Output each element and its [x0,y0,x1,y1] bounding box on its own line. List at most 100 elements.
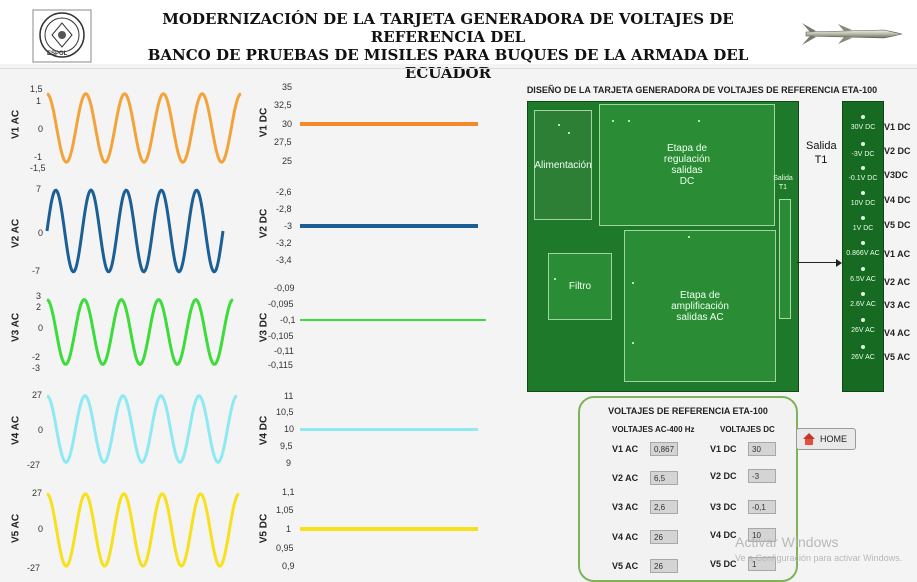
tick-label: 1 [36,96,42,106]
tick-label: -27 [27,460,41,470]
activation-watermark-text: Ve a Configuración para activar Windows. [735,553,903,563]
tick-label: 32,5 [274,100,292,110]
ac-value-field: 2,6 [650,500,678,514]
filtro-label: Filtro [568,281,592,292]
pin-label: 2.6V AC [850,301,876,308]
page-title: MODERNIZACIÓN DE LA TARJETA GENERADORA D… [108,10,788,82]
plot-label-v2-dc: V2 DC [258,208,270,239]
home-button[interactable]: HOME [796,428,856,450]
dc-voltages-header: VOLTAJES DC [720,425,775,434]
pin-label: -3V DC [851,151,875,158]
tick-label: 27,5 [274,137,292,147]
dc-value-field: -0,1 [748,500,776,514]
home-button-label: HOME [820,434,847,444]
output-label: V2 AC [884,277,911,287]
output-label: V4 DC [884,195,911,205]
ac-row-label: V2 AC [612,473,639,483]
salida-small-1: Salida [773,175,793,182]
waveform-path [46,492,240,568]
waveform-path [46,297,234,367]
ac-row-label: V5 AC [612,561,639,571]
pin-label: 30V DC [850,124,876,131]
alimentacion-block: Alimentación [534,110,592,220]
tick-label: 35 [282,82,293,92]
header-bar: ESPOL MODERNIZACIÓN DE LA TARJETA GENERA… [0,0,917,82]
tick-label: 30 [282,119,293,129]
pin-dot [861,318,865,322]
output-label: V4 AC [884,328,911,338]
pin-label: -0.1V DC [848,175,878,182]
tick-label: -0,095 [268,299,294,309]
pin-dot [861,267,865,271]
component-dot [632,342,634,344]
pin-dot [861,292,865,296]
tick-label: 27 [32,488,43,498]
pin-dot [861,345,865,349]
v5-ac-waveform [46,492,240,568]
ac-voltages-header: VOLTAJES AC-400 Hz [612,425,695,434]
waveform-path [45,188,225,274]
v4-ac-waveform [46,394,238,464]
tick-label: -3,4 [276,255,292,265]
tick-label: 27 [32,390,43,400]
tick-label: -1 [34,152,43,162]
tick-label: -7 [32,266,41,276]
tick-label: 7 [36,184,42,194]
tick-label: 0 [38,124,44,134]
tick-label: -0,1 [280,315,296,325]
board-title: DISEÑO DE LA TARJETA GENERADORA DE VOLTA… [526,85,878,95]
tick-label: 10,5 [276,407,294,417]
tick-label: 0 [38,524,44,534]
component-dot [554,278,556,280]
ac-row-label: V3 AC [612,502,639,512]
ac-value-field: 0,867 [650,442,678,456]
tick-label: 1,1 [282,487,295,497]
salida-connector-strip [779,199,791,319]
component-dot [568,132,570,134]
pin-dot [861,241,865,245]
alimentacion-label: Alimentación [534,159,592,171]
tick-label: 0 [38,425,44,435]
tick-label: -3,2 [276,238,292,248]
ac-value-field: 26 [650,559,678,573]
component-dot [688,236,690,238]
component-dot [558,124,560,126]
plot-label-v1-dc: V1 DC [258,107,270,138]
amplificacion-block: Etapa de amplificación salidas AC [624,230,776,382]
waveform-path [46,394,238,464]
dc-value-field: 30 [748,442,776,456]
pin-label: 26V AC [851,327,875,334]
plot-label-v4-dc: V4 DC [258,415,270,446]
filtro-block: Filtro [548,253,612,320]
pin-dot [861,166,865,170]
component-dot [698,120,700,122]
plot-label-v3-dc: V3 DC [258,312,270,343]
ac-row-label: V1 AC [612,444,639,454]
component-dot [612,120,614,122]
output-label: V1 DC [884,122,911,132]
waveform-path [46,92,242,164]
pin-dot [861,142,865,146]
tick-label: 25 [282,156,293,166]
reference-panel-title: VOLTAJES DE REFERENCIA ETA-100 [608,406,768,416]
v3-dc-line [300,319,486,321]
tick-label: 2 [36,302,42,312]
tick-label: 9 [286,458,292,468]
output-label: V5 AC [884,352,911,362]
tick-label: 0 [38,228,44,238]
v4-dc-line [300,428,478,431]
plot-label-v2-ac: V2 AC [10,218,22,249]
activation-watermark-title: Activar Windows [735,534,839,550]
plot-label-v3-ac: V3 AC [10,312,22,343]
pin-dot [861,191,865,195]
tick-label: -27 [27,563,41,573]
pin-label: 26V AC [851,354,875,361]
tick-label: 10 [284,424,295,434]
plot-label-v4-ac: V4 AC [10,415,22,446]
component-dot [632,282,634,284]
pcb-board: Alimentación Etapa de regulación salidas… [527,101,799,392]
tick-label: 0 [38,323,44,333]
plot-label-v1-ac: V1 AC [10,109,22,140]
amplificacion-label-1: Etapa de [679,289,721,301]
pin-label: 0.866V AC [846,250,880,257]
